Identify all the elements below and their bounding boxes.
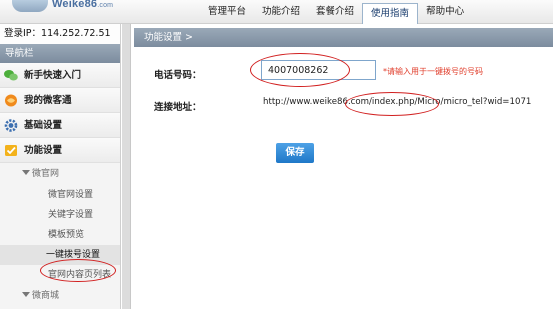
nav-features[interactable]: 功能介绍 bbox=[254, 0, 308, 24]
nav-admin-platform[interactable]: 管理平台 bbox=[200, 0, 254, 24]
top-header: Weike86.com 管理平台 功能介绍 套餐介绍 使用指南 帮助中心 bbox=[0, 0, 553, 25]
frame-divider[interactable] bbox=[122, 24, 131, 309]
phone-hint: *请输入用于一键拨号的号码 bbox=[383, 67, 483, 76]
sidebar-item-label: 基础设置 bbox=[24, 120, 63, 131]
sidebar-item-content-page-list[interactable]: 官网内容页列表 bbox=[0, 265, 120, 285]
login-ip: 登录IP：114.252.72.51 bbox=[0, 24, 120, 44]
breadcrumb: 功能设置 > bbox=[134, 28, 553, 47]
sidebar-header: 导航栏 bbox=[0, 44, 120, 63]
logo-mark-icon bbox=[12, 0, 48, 12]
phone-number-input[interactable] bbox=[261, 60, 376, 80]
sidebar-item-function-settings[interactable]: 功能设置 bbox=[0, 138, 120, 163]
url-label: 连接地址： bbox=[154, 102, 202, 113]
gear-icon bbox=[4, 119, 18, 132]
sidebar-item-quick-start[interactable]: 新手快速入门 bbox=[0, 63, 120, 88]
nav-help-center[interactable]: 帮助中心 bbox=[418, 0, 472, 24]
logo[interactable]: Weike86.com bbox=[8, 0, 128, 18]
sidebar-item-my-weiketong[interactable]: 我的微客通 bbox=[0, 88, 120, 113]
sidebar-subgroup-micro-site[interactable]: 微官网 bbox=[0, 163, 120, 185]
sidebar: 登录IP：114.252.72.51 导航栏 新手快速入门 我的微客通 基础设置… bbox=[0, 24, 121, 309]
sidebar-subgroup-label: 微商城 bbox=[32, 291, 60, 301]
save-button[interactable]: 保存 bbox=[276, 143, 314, 163]
sidebar-subgroup-label: 微官网 bbox=[32, 169, 60, 179]
sidebar-item-label: 我的微客通 bbox=[24, 95, 72, 106]
globe-icon bbox=[5, 94, 17, 107]
chat-bubbles-icon bbox=[4, 70, 18, 81]
expand-triangle-icon bbox=[22, 170, 30, 175]
sidebar-item-label: 功能设置 bbox=[24, 145, 63, 156]
link-url: http://www.weike86.com/index.php/Micro/m… bbox=[263, 97, 532, 107]
sidebar-item-micro-site-settings[interactable]: 微官网设置 bbox=[0, 185, 120, 205]
sidebar-item-one-click-dial[interactable]: 一键拨号设置 bbox=[0, 245, 120, 265]
phone-label: 电话号码： bbox=[154, 70, 202, 81]
expand-triangle-icon bbox=[22, 292, 30, 297]
sidebar-subgroup-micro-mall[interactable]: 微商城 bbox=[0, 285, 120, 307]
sidebar-item-keyword-settings[interactable]: 关键字设置 bbox=[0, 205, 120, 225]
sidebar-item-label: 新手快速入门 bbox=[24, 70, 82, 81]
sidebar-item-basic-settings[interactable]: 基础设置 bbox=[0, 113, 120, 138]
nav-user-guide[interactable]: 使用指南 bbox=[362, 3, 419, 25]
top-nav: 管理平台 功能介绍 套餐介绍 使用指南 帮助中心 bbox=[200, 0, 472, 25]
logo-text: Weike86.com bbox=[52, 0, 114, 10]
sidebar-item-template-preview[interactable]: 模板预览 bbox=[0, 225, 120, 245]
checkbox-icon bbox=[5, 145, 17, 156]
nav-packages[interactable]: 套餐介绍 bbox=[308, 0, 362, 24]
